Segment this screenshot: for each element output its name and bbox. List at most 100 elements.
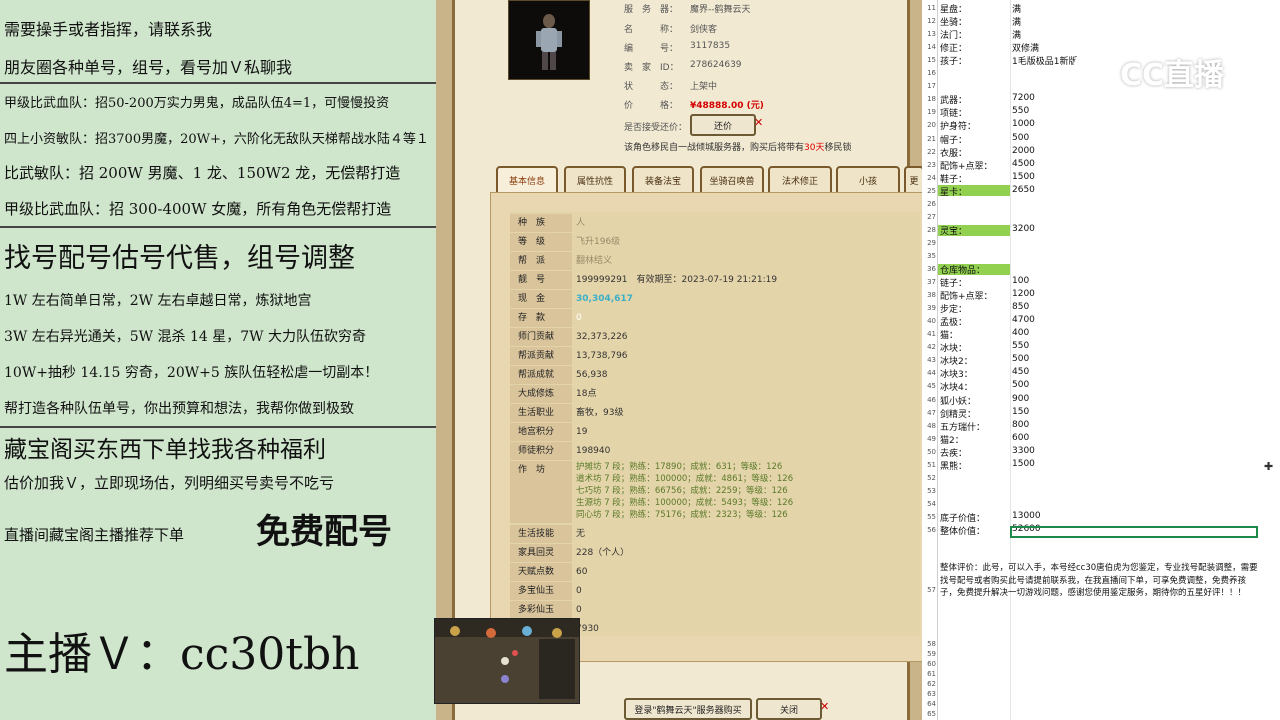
cell-label[interactable]: 配饰+点翠： (940, 289, 993, 302)
cell-label[interactable]: 冰块4： (940, 380, 973, 393)
cell-label[interactable]: 护身符： (940, 119, 976, 132)
cell-value[interactable]: 450 (1012, 367, 1029, 377)
row-number: 26 (927, 199, 936, 208)
cell-value[interactable]: 500 (1012, 133, 1029, 143)
selected-cell[interactable] (1010, 526, 1258, 538)
cell-label[interactable]: 武器： (940, 93, 967, 106)
workshop-line: 七巧坊 7 段；熟练：66756；成就：2259；等级：126 (576, 486, 788, 496)
cell-value[interactable]: 满 (1012, 28, 1021, 41)
row-key: 师门贡献 (510, 328, 572, 346)
tab-more[interactable]: 更 (904, 166, 924, 194)
cell-value[interactable]: 3300 (1012, 446, 1035, 456)
cell-label[interactable]: 孩子： (940, 54, 967, 67)
cell-label[interactable]: 法门： (940, 28, 967, 41)
cell-value[interactable]: 13000 (1012, 511, 1041, 521)
promo-line: 3W 左右异光通关，5W 混杀 14 星，7W 大力队伍砍穷奇 (4, 329, 366, 345)
cell-label[interactable]: 配饰+点翠： (940, 159, 993, 172)
cell-value[interactable]: 900 (1012, 394, 1029, 404)
cell-value[interactable]: 1500 (1012, 459, 1035, 469)
cell-label[interactable]: 猫： (940, 328, 958, 341)
cell-value[interactable]: 4700 (1012, 315, 1035, 325)
tab-children[interactable]: 小孩 (836, 166, 900, 194)
close-button[interactable]: 关闭 (756, 698, 822, 720)
cell-label[interactable]: 灵宝： (940, 224, 967, 237)
row-value: 18点 (576, 389, 597, 399)
cell-value[interactable]: 500 (1012, 354, 1029, 364)
cell-label[interactable]: 衣服： (940, 146, 967, 159)
promo-highlight: 免费配号 (256, 512, 392, 552)
cell-label[interactable]: 星卡： (940, 185, 967, 198)
row-number: 57 (927, 586, 936, 594)
cell-value[interactable]: 600 (1012, 433, 1029, 443)
row-number: 53 (927, 486, 936, 495)
cell-label[interactable]: 冰块2： (940, 354, 973, 367)
cell-value[interactable]: 550 (1012, 106, 1029, 116)
cell-value[interactable]: 1000 (1012, 119, 1035, 129)
row-number: 54 (927, 499, 936, 508)
cell-value[interactable]: 1200 (1012, 289, 1035, 299)
cell-label[interactable]: 坐骑： (940, 15, 967, 28)
cell-label[interactable]: 猫2： (940, 433, 964, 446)
cell-value[interactable]: 850 (1012, 302, 1029, 312)
row-value: 228（个人） (576, 548, 630, 558)
row-key: 师徒积分 (510, 442, 572, 460)
table-row: 现 金 30,304,617 (510, 290, 920, 308)
tab-equipment[interactable]: 装备法宝 (632, 166, 694, 194)
cell-value[interactable]: 双修满 (1012, 41, 1039, 54)
cell-label[interactable]: 五方瑞什： (940, 420, 985, 433)
cell-value[interactable]: 1毛版极品1新版 (1012, 54, 1077, 67)
cell-value[interactable]: 3200 (1012, 224, 1035, 234)
bargain-button[interactable]: 还价 (690, 114, 756, 136)
row-number: 49 (927, 434, 936, 443)
bargain-button-label: 还价 (713, 121, 732, 132)
cell-value[interactable]: 2650 (1012, 185, 1035, 195)
row-number: 13 (927, 30, 936, 39)
promo-heading: 藏宝阁买东西下单找我各种福利 (4, 437, 326, 463)
cell-value[interactable]: 7200 (1012, 93, 1035, 103)
cell-label[interactable]: 项链： (940, 106, 967, 119)
cell-label[interactable]: 冰块3： (940, 367, 973, 380)
cell-label[interactable]: 底子价值： (940, 511, 985, 524)
tab-mounts-pets[interactable]: 坐骑召唤兽 (700, 166, 764, 194)
cell-label[interactable]: 孟极： (940, 315, 967, 328)
seller-value: 278624639 (690, 60, 742, 70)
cell-label[interactable]: 仓库物品： (940, 263, 985, 276)
spreadsheet: 11 星盘： 满 12 坐骑： 满 13 法门： 满 14 修正： 双修满 15 孩子： 1毛版极品1新版 1… (922, 0, 1280, 720)
tab-basic-info[interactable]: 基本信息 (496, 166, 558, 194)
close-icon[interactable]: ✕ (820, 700, 829, 713)
cell-label[interactable]: 星盘： (940, 2, 967, 15)
cell-label[interactable]: 鞋子： (940, 172, 967, 185)
row-number: 56 (927, 526, 936, 534)
cell-value[interactable]: 800 (1012, 420, 1029, 430)
login-purchase-button[interactable]: 登录"鹤舞云天"服务器购买 (624, 698, 752, 720)
cell-value[interactable]: 400 (1012, 328, 1029, 338)
cell-label[interactable]: 去疾： (940, 446, 967, 459)
row-number: 59 (927, 650, 936, 658)
cell-value[interactable]: 1500 (1012, 172, 1035, 182)
cell-label[interactable]: 步定： (940, 302, 967, 315)
row-number: 48 (927, 421, 936, 430)
cell-value[interactable]: 100 (1012, 276, 1029, 286)
row-key: 等 级 (510, 233, 572, 251)
cell-value[interactable]: 4500 (1012, 159, 1035, 169)
row-number: 60 (927, 660, 936, 668)
cell-label[interactable]: 整体价值： (940, 524, 985, 537)
cell-label[interactable]: 链子： (940, 276, 967, 289)
cell-value[interactable]: 满 (1012, 15, 1021, 28)
cell-value[interactable]: 满 (1012, 2, 1021, 15)
cell-label[interactable]: 冰块： (940, 341, 967, 354)
cell-label[interactable]: 狐小妖： (940, 394, 976, 407)
close-icon[interactable]: ✕ (754, 116, 763, 129)
row-number: 41 (927, 330, 936, 339)
cell-value[interactable]: 2000 (1012, 146, 1035, 156)
cell-label[interactable]: 帽子： (940, 133, 967, 146)
cell-value[interactable]: 500 (1012, 380, 1029, 390)
cell-label[interactable]: 黑熊： (940, 459, 967, 472)
tab-attributes[interactable]: 属性抗性 (564, 166, 626, 194)
cell-value[interactable]: 150 (1012, 407, 1029, 417)
tab-spells[interactable]: 法术修正 (768, 166, 832, 194)
cell-label[interactable]: 剑精灵： (940, 407, 976, 420)
cell-label[interactable]: 修正： (940, 41, 967, 54)
workshop-line: 护摊坊 7 段；熟练：17890；成就：631；等级：126 (576, 462, 783, 472)
cell-value[interactable]: 550 (1012, 341, 1029, 351)
